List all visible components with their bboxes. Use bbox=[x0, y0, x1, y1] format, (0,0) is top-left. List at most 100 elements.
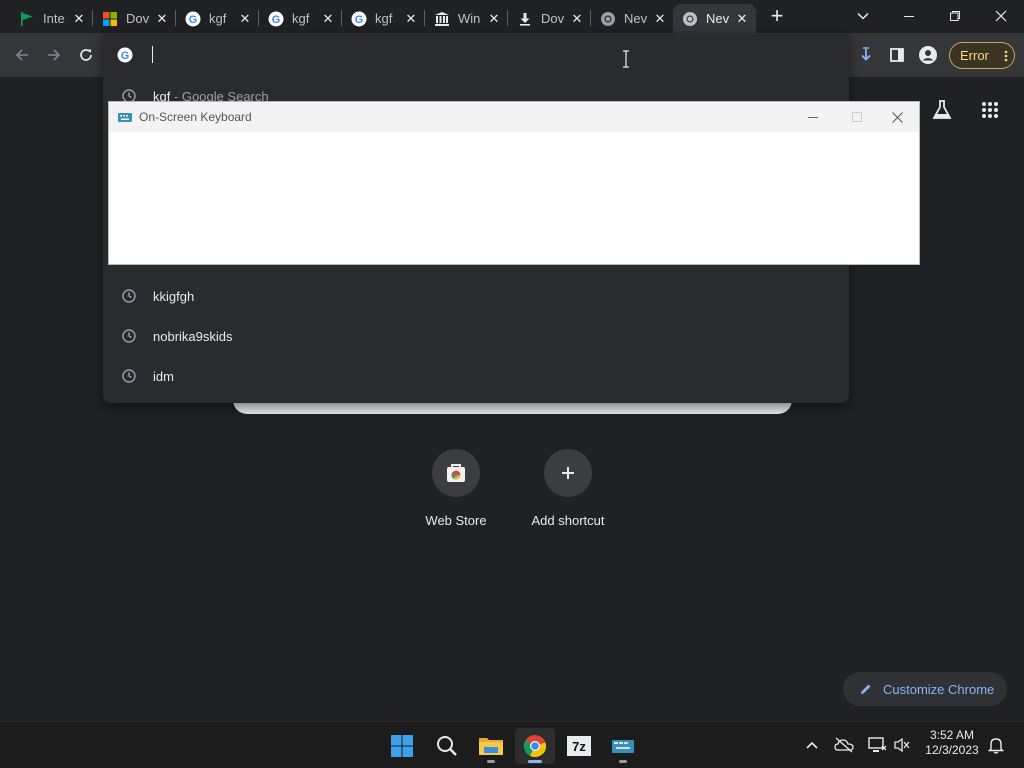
side-panel-button[interactable] bbox=[883, 41, 911, 69]
tab[interactable]: Dov ✕ bbox=[508, 4, 591, 33]
text-caret bbox=[152, 46, 153, 63]
side-panel-icon bbox=[890, 48, 904, 62]
history-icon bbox=[103, 289, 153, 303]
google-icon: G bbox=[185, 11, 201, 27]
shortcut-add[interactable]: Add shortcut bbox=[512, 449, 624, 539]
tab[interactable]: G kgf ✕ bbox=[176, 4, 259, 33]
tab-active[interactable]: Nev ✕ bbox=[673, 4, 756, 33]
customize-chrome-button[interactable]: Customize Chrome bbox=[843, 672, 1007, 706]
tab[interactable]: G kgf ✕ bbox=[342, 4, 425, 33]
file-explorer-button[interactable] bbox=[471, 728, 511, 764]
osk-title: On-Screen Keyboard bbox=[139, 110, 252, 124]
minimize-icon bbox=[808, 117, 818, 118]
tab[interactable]: Nev ✕ bbox=[591, 4, 674, 33]
minimize-button[interactable] bbox=[886, 0, 932, 32]
tab-title: Dov bbox=[126, 11, 150, 26]
volume-muted-icon[interactable] bbox=[891, 734, 913, 756]
keyboard-icon bbox=[117, 110, 133, 124]
pencil-icon bbox=[861, 684, 871, 694]
svg-text:G: G bbox=[355, 14, 364, 26]
search-icon bbox=[437, 736, 457, 756]
flask-icon bbox=[932, 100, 952, 119]
error-label: Error bbox=[960, 48, 989, 63]
tab-title: Dov bbox=[541, 11, 565, 26]
clock-date: 12/3/2023 bbox=[925, 743, 979, 757]
profile-button[interactable] bbox=[914, 41, 942, 69]
tab[interactable]: Dov ✕ bbox=[93, 4, 176, 33]
text-cursor-icon bbox=[622, 50, 630, 73]
clock-time: 3:52 AM bbox=[929, 728, 975, 742]
close-icon[interactable]: ✕ bbox=[486, 11, 502, 27]
tab-title: Inte bbox=[43, 11, 65, 26]
start-button[interactable] bbox=[382, 728, 422, 764]
tab[interactable]: Inte ✕ bbox=[10, 4, 93, 33]
tab-title: Win bbox=[458, 11, 481, 26]
restore-button[interactable] bbox=[932, 0, 978, 32]
close-icon[interactable]: ✕ bbox=[71, 11, 87, 27]
onedrive-offline-icon[interactable] bbox=[833, 734, 855, 756]
extension-download-button[interactable] bbox=[852, 41, 880, 69]
osk-close-button[interactable] bbox=[875, 102, 919, 132]
apps-button[interactable] bbox=[976, 96, 1004, 124]
close-icon[interactable]: ✕ bbox=[154, 11, 170, 27]
tab-title: Nev bbox=[624, 11, 648, 26]
osk-title-bar[interactable]: On-Screen Keyboard bbox=[109, 102, 919, 132]
shortcut-label: Add shortcut bbox=[531, 513, 605, 528]
omnibox[interactable]: G bbox=[103, 33, 849, 77]
google-icon: G bbox=[117, 47, 133, 68]
tab[interactable]: G kgf ✕ bbox=[259, 4, 342, 33]
chevron-up-icon[interactable] bbox=[801, 734, 823, 756]
history-icon bbox=[103, 369, 153, 383]
museum-icon bbox=[434, 11, 450, 27]
windows-logo-icon bbox=[102, 11, 118, 27]
suggestion-item[interactable]: nobrika9skids bbox=[103, 316, 849, 356]
bell-icon[interactable] bbox=[985, 734, 1007, 756]
suggestion-item[interactable]: idm bbox=[103, 356, 849, 396]
svg-text:G: G bbox=[272, 14, 281, 26]
osk-maximize-button[interactable] bbox=[835, 102, 879, 132]
suggestion-text: idm bbox=[153, 368, 174, 384]
close-icon[interactable]: ✕ bbox=[652, 11, 668, 27]
apps-grid-icon bbox=[982, 102, 998, 118]
close-icon[interactable]: ✕ bbox=[734, 11, 750, 27]
suggestion-text: nobrika9skids bbox=[153, 328, 233, 344]
tab-title: kgf bbox=[292, 11, 310, 26]
close-window-button[interactable] bbox=[978, 0, 1024, 32]
error-button[interactable]: Error bbox=[949, 42, 1015, 69]
tab-strip: Inte ✕ Dov ✕ G kgf ✕ G kgf ✕ G kgf ✕ Win… bbox=[0, 0, 1024, 33]
flag-icon bbox=[19, 11, 35, 27]
tab[interactable]: Win ✕ bbox=[425, 4, 508, 33]
more-vert-icon bbox=[1004, 50, 1008, 62]
osk-taskbar-button[interactable] bbox=[603, 728, 643, 764]
close-icon[interactable]: ✕ bbox=[237, 11, 253, 27]
shortcut-web-store[interactable]: Web Store bbox=[400, 449, 512, 539]
reload-button[interactable] bbox=[72, 41, 100, 69]
history-icon bbox=[103, 329, 153, 343]
osk-minimize-button[interactable] bbox=[791, 102, 835, 132]
chrome-icon bbox=[682, 11, 698, 27]
shortcut-label: Web Store bbox=[425, 513, 487, 528]
suggestion-item[interactable]: kkigfgh bbox=[103, 276, 849, 316]
download-arrow-icon bbox=[861, 47, 871, 61]
suggestion-text: kkigfgh bbox=[153, 288, 195, 304]
7zip-taskbar-button[interactable]: 7z bbox=[559, 728, 599, 764]
svg-text:7z: 7z bbox=[572, 739, 586, 754]
network-icon[interactable] bbox=[866, 734, 888, 756]
close-icon[interactable]: ✕ bbox=[569, 11, 585, 27]
search-button[interactable] bbox=[427, 728, 467, 764]
chrome-taskbar-button[interactable] bbox=[515, 728, 555, 764]
close-icon[interactable]: ✕ bbox=[403, 11, 419, 27]
labs-button[interactable] bbox=[928, 96, 956, 124]
customize-label: Customize Chrome bbox=[883, 681, 995, 697]
back-button[interactable] bbox=[8, 41, 36, 69]
clock[interactable]: 3:52 AM 12/3/2023 bbox=[916, 728, 988, 764]
tab-search-button[interactable] bbox=[840, 0, 886, 32]
folder-icon bbox=[479, 738, 503, 755]
close-icon bbox=[891, 111, 903, 123]
tab-title: kgf bbox=[375, 11, 393, 26]
windows-start-icon bbox=[391, 735, 413, 757]
forward-button[interactable] bbox=[40, 41, 68, 69]
forward-arrow-icon bbox=[48, 49, 61, 61]
close-icon[interactable]: ✕ bbox=[320, 11, 336, 27]
new-tab-button[interactable]: + bbox=[754, 0, 800, 32]
